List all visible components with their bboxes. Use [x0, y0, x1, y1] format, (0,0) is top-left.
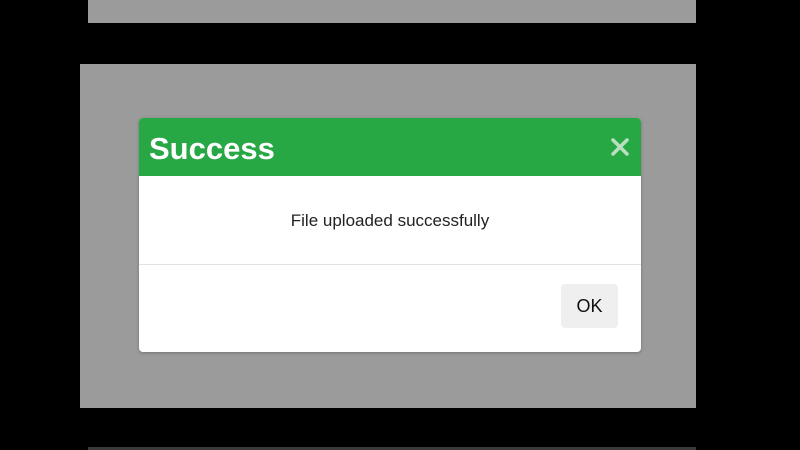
dialog-footer: OK	[139, 265, 641, 352]
dialog-body: File uploaded successfully	[139, 176, 641, 265]
success-dialog: Success File uploaded successfully OK	[139, 118, 641, 352]
dialog-header: Success	[139, 118, 641, 176]
close-icon[interactable]	[609, 136, 631, 158]
dialog-message: File uploaded successfully	[290, 211, 490, 230]
ok-button[interactable]: OK	[561, 284, 618, 328]
dialog-title: Success	[149, 130, 275, 166]
screen: Success File uploaded successfully OK	[0, 0, 800, 450]
background-panel-top	[88, 0, 696, 23]
